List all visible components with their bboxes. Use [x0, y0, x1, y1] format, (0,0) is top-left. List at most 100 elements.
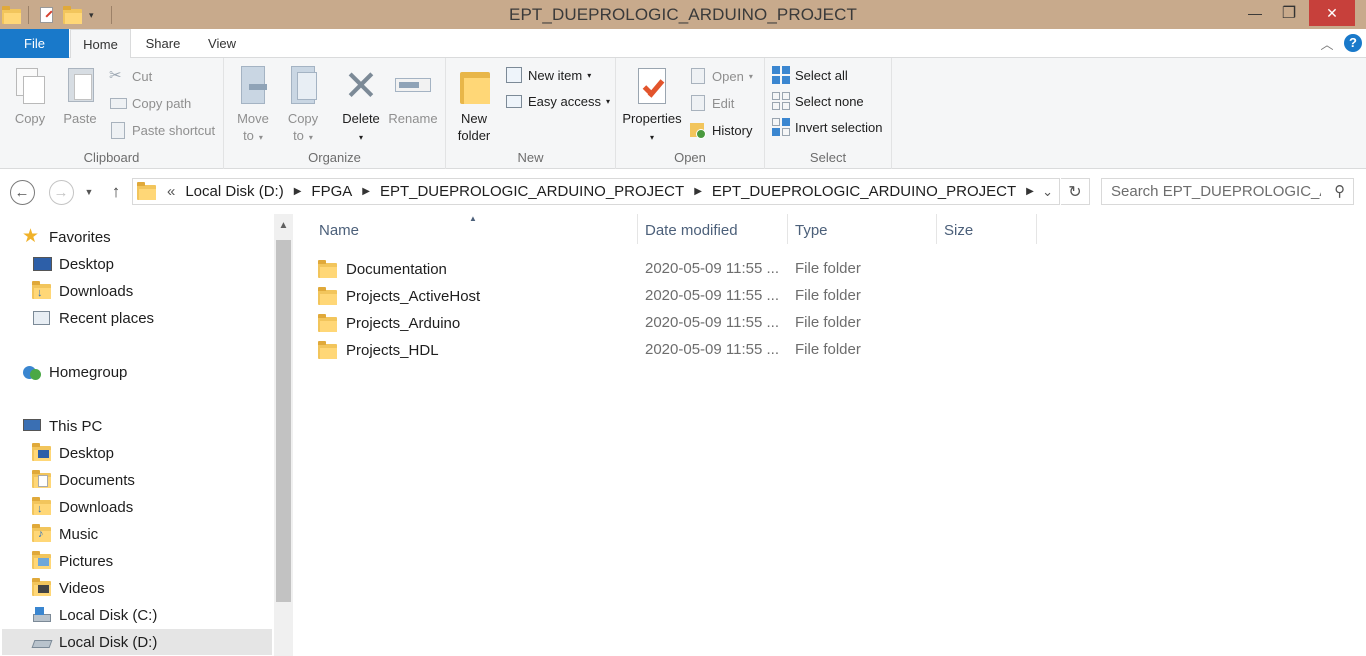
breadcrumb-chevron-icon[interactable]: ▶: [362, 186, 370, 197]
paste-shortcut-button[interactable]: Paste shortcut: [109, 119, 215, 141]
select-none-button[interactable]: Select none: [772, 90, 864, 112]
scrollbar-thumb[interactable]: [276, 240, 291, 602]
tab-home[interactable]: Home: [70, 29, 131, 59]
paste-button[interactable]: Paste: [58, 64, 102, 127]
nav-pc-documents[interactable]: Documents: [32, 467, 135, 493]
breadcrumb-fpga[interactable]: FPGA: [311, 183, 352, 200]
search-box[interactable]: Search EPT_DUEPROLOGIC_AR... ⚲: [1101, 178, 1354, 205]
folder-icon: [318, 287, 338, 305]
navigation-bar: ← → ▼ ↑ « Local Disk (D:) ▶ FPGA ▶ EPT_D…: [0, 170, 1366, 214]
history-button[interactable]: History: [689, 119, 752, 141]
search-input[interactable]: Search EPT_DUEPROLOGIC_AR...: [1111, 183, 1321, 200]
folder-icon: [318, 314, 338, 332]
easy-access-button[interactable]: Easy access ▾: [505, 90, 610, 112]
invert-selection-button[interactable]: Invert selection: [772, 116, 882, 138]
star-icon: ★: [22, 226, 40, 247]
cut-button[interactable]: ✂ Cut: [109, 65, 152, 87]
organize-group: Move to ▾ Copy to ▾ ✕ Delete ▾ Rename Orga…: [224, 58, 446, 169]
up-button[interactable]: ↑: [103, 178, 129, 206]
copy-to-button[interactable]: Copy to ▾: [281, 64, 325, 146]
collapse-ribbon-button[interactable]: ︿: [1317, 33, 1337, 53]
file-type: File folder: [795, 260, 861, 277]
rename-button[interactable]: Rename: [388, 64, 438, 127]
copy-path-icon: [109, 94, 127, 112]
address-history-dropdown[interactable]: ⌄: [1042, 184, 1053, 200]
folder-icon: [318, 341, 338, 359]
new-group-label: New: [517, 150, 544, 165]
nav-pc-desktop[interactable]: Desktop: [32, 440, 114, 466]
paste-shortcut-icon: [109, 121, 127, 139]
copy-button[interactable]: Copy: [8, 64, 52, 127]
select-all-button[interactable]: Select all: [772, 64, 848, 86]
paste-icon: [62, 64, 98, 108]
refresh-button[interactable]: ↻: [1061, 178, 1090, 205]
select-group: Select all Select none Invert selection …: [765, 58, 892, 169]
edit-button[interactable]: Edit: [689, 92, 734, 114]
delete-button[interactable]: ✕ Delete ▾: [337, 64, 385, 146]
column-divider[interactable]: [936, 214, 937, 244]
nav-homegroup[interactable]: Homegroup: [22, 359, 127, 385]
desktop-folder-icon: [32, 443, 52, 462]
navigation-scrollbar[interactable]: ▲: [274, 214, 293, 656]
clipboard-group-label: Clipboard: [83, 150, 140, 165]
nav-local-disk-d[interactable]: Local Disk (D:): [2, 629, 272, 655]
address-bar[interactable]: « Local Disk (D:) ▶ FPGA ▶ EPT_DUEPROLOG…: [132, 178, 1060, 205]
column-divider[interactable]: [1036, 214, 1037, 244]
documents-icon: [32, 470, 52, 489]
column-divider[interactable]: [637, 214, 638, 244]
organize-group-label: Organize: [308, 150, 361, 165]
ribbon-tabs: File Home Share View ︿ ?: [0, 29, 1366, 59]
column-header-name[interactable]: Name: [319, 220, 359, 242]
breadcrumb-chevron-icon[interactable]: ▶: [1026, 186, 1034, 197]
copy-path-button[interactable]: Copy path: [109, 92, 191, 114]
nav-pc-downloads[interactable]: ↓ Downloads: [32, 494, 133, 520]
nav-local-disk-c[interactable]: Local Disk (C:): [32, 602, 157, 628]
minimize-icon: —: [1248, 5, 1262, 21]
forward-button[interactable]: →: [47, 178, 75, 206]
column-divider[interactable]: [787, 214, 788, 244]
nav-favorites-recent-places[interactable]: Recent places: [32, 305, 154, 331]
breadcrumb-local-disk-d[interactable]: Local Disk (D:): [185, 183, 283, 200]
minimize-button[interactable]: —: [1240, 0, 1270, 26]
breadcrumb-chevron-icon[interactable]: ▶: [294, 186, 302, 197]
tab-view[interactable]: View: [196, 29, 248, 58]
help-button[interactable]: ?: [1343, 33, 1363, 53]
open-group-label: Open: [674, 150, 706, 165]
nav-favorites-downloads[interactable]: ↓ Downloads: [32, 278, 133, 304]
recent-places-icon: [32, 309, 52, 327]
nav-pc-music[interactable]: ♪ Music: [32, 521, 98, 547]
breadcrumb-overflow[interactable]: «: [167, 183, 175, 200]
nav-pc-pictures[interactable]: Pictures: [32, 548, 113, 574]
nav-pc-videos[interactable]: Videos: [32, 575, 105, 601]
close-button[interactable]: ✕: [1309, 0, 1355, 26]
computer-icon: [22, 417, 42, 435]
sort-ascending-icon: ▲: [469, 214, 477, 223]
column-header-type[interactable]: Type: [795, 220, 828, 242]
nav-favorites[interactable]: ★ Favorites: [22, 224, 111, 250]
tab-file[interactable]: File: [0, 29, 69, 58]
back-button[interactable]: ←: [8, 178, 36, 206]
open-button[interactable]: Open ▾: [689, 65, 753, 87]
edit-icon: [689, 94, 707, 112]
new-folder-button[interactable]: New folder: [452, 64, 496, 144]
maximize-button[interactable]: ❐: [1274, 0, 1304, 26]
column-header-size[interactable]: Size: [944, 220, 973, 242]
move-to-icon: [235, 64, 271, 108]
new-item-button[interactable]: New item ▾: [505, 64, 591, 86]
properties-button[interactable]: Properties ▾: [621, 64, 683, 146]
breadcrumb-project[interactable]: EPT_DUEPROLOGIC_ARDUINO_PROJECT: [380, 183, 684, 200]
scroll-up-icon[interactable]: ▲: [274, 214, 293, 238]
new-item-icon: [505, 66, 523, 84]
tab-share[interactable]: Share: [135, 29, 191, 58]
recent-locations-button[interactable]: ▼: [78, 178, 100, 206]
nav-favorites-desktop[interactable]: Desktop: [32, 251, 114, 277]
breadcrumb-project-current[interactable]: EPT_DUEPROLOGIC_ARDUINO_PROJECT: [712, 183, 1016, 200]
move-to-button[interactable]: Move to ▾: [231, 64, 275, 146]
breadcrumb-chevron-icon[interactable]: ▶: [694, 186, 702, 197]
file-date: 2020-05-09 11:55 ...: [645, 287, 779, 304]
downloads-icon: ↓: [32, 497, 52, 516]
column-header-date-modified[interactable]: Date modified: [645, 220, 738, 242]
chevron-up-icon: ︿: [1320, 36, 1334, 52]
nav-this-pc[interactable]: This PC: [22, 413, 102, 439]
homegroup-icon: [22, 363, 42, 381]
